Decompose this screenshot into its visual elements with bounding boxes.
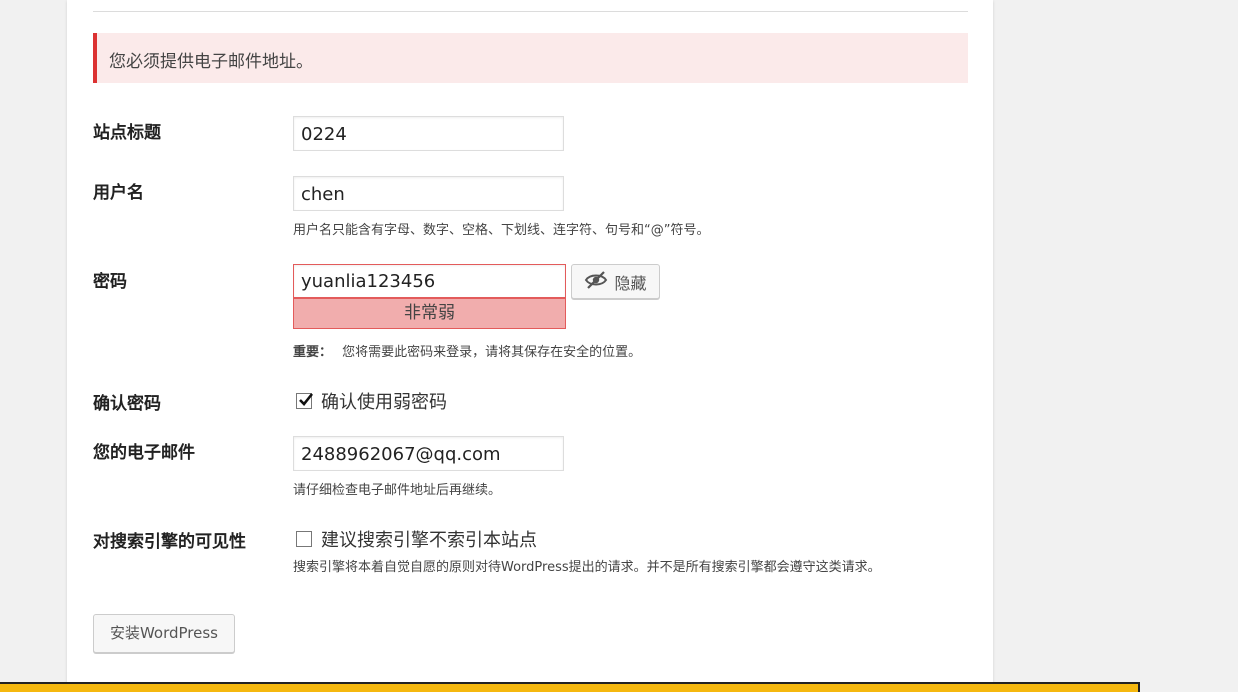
install-panel: 您必须提供电子邮件地址。 站点标题 0224 用户名 chen 用户名只能含有字…	[67, 0, 993, 692]
weak-password-checkbox[interactable]	[296, 393, 314, 409]
email-input[interactable]: 2488962067@qq.com	[293, 436, 564, 471]
email-label: 您的电子邮件	[93, 443, 195, 463]
search-visibility-checkbox-row: 建议搜索引擎不索引本站点	[296, 526, 537, 552]
taskbar-strip	[0, 682, 1140, 692]
search-visibility-checkbox[interactable]	[296, 531, 312, 547]
username-hint: 用户名只能含有字母、数字、空格、下划线、连字符、句号和“@”符号。	[293, 223, 710, 238]
confirm-password-label: 确认密码	[93, 394, 161, 414]
error-notice: 您必须提供电子邮件地址。	[93, 33, 968, 83]
password-label: 密码	[93, 272, 127, 292]
username-input[interactable]: chen	[293, 176, 564, 211]
divider	[93, 11, 968, 12]
hide-password-button[interactable]: 隐藏	[571, 264, 660, 299]
password-note: 重要： 您将需要此密码来登录，请将其保存在安全的位置。	[293, 341, 641, 360]
install-wordpress-button[interactable]: 安装WordPress	[93, 614, 235, 653]
site-title-label: 站点标题	[93, 123, 161, 143]
weak-password-checkbox-label: 确认使用弱密码	[321, 392, 447, 413]
eye-slash-icon	[584, 270, 608, 294]
password-input[interactable]: yuanlia123456	[293, 264, 566, 298]
username-label: 用户名	[93, 183, 144, 203]
checkmark-icon	[299, 393, 314, 406]
error-message: 您必须提供电子邮件地址。	[109, 52, 313, 72]
search-visibility-checkbox-label: 建议搜索引擎不索引本站点	[321, 530, 537, 551]
email-hint: 请仔细检查电子邮件地址后再继续。	[293, 483, 502, 498]
password-note-text: 您将需要此密码来登录，请将其保存在安全的位置。	[342, 345, 642, 360]
search-visibility-label: 对搜索引擎的可见性	[93, 532, 246, 552]
password-note-bold: 重要：	[293, 345, 333, 360]
weak-password-checkbox-row: 确认使用弱密码	[296, 388, 447, 414]
search-visibility-hint: 搜索引擎将本着自觉自愿的原则对待WordPress提出的请求。并不是所有搜索引擎…	[293, 560, 881, 575]
password-strength-meter: 非常弱	[293, 298, 566, 329]
site-title-input[interactable]: 0224	[293, 116, 564, 151]
hide-password-label: 隐藏	[614, 273, 647, 293]
